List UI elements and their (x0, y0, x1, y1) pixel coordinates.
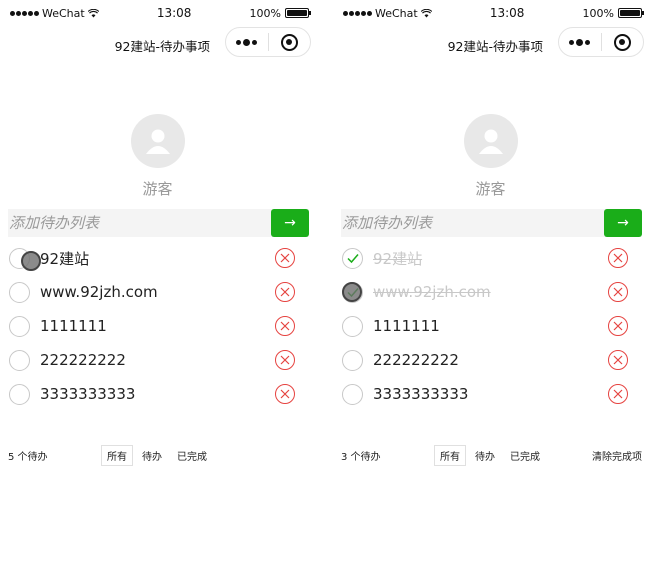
battery-percent: 100% (249, 6, 281, 20)
carrier-label: WeChat (375, 6, 418, 20)
todo-text[interactable]: 1111111 (373, 317, 440, 335)
todo-item: 92建站 (341, 241, 642, 275)
todo-input[interactable] (8, 209, 271, 237)
add-todo-row: → (341, 209, 642, 237)
todo-item: 1111111 (8, 309, 309, 343)
filter-active[interactable]: 待办 (469, 445, 501, 466)
username: 游客 (142, 180, 173, 198)
add-todo-row: → (8, 209, 309, 237)
todo-checkbox[interactable] (9, 383, 30, 405)
nav-bar: 92建站-待办事项 (0, 26, 315, 62)
close-circle-icon[interactable] (275, 282, 295, 302)
filter-all[interactable]: 所有 (434, 444, 466, 466)
menu-capsule (225, 27, 311, 57)
battery-icon (284, 8, 311, 18)
todo-list: 92建站 www.92jzh.com 1111111 222222222 333… (8, 241, 309, 411)
add-button[interactable]: → (271, 209, 309, 237)
todo-text[interactable]: 222222222 (373, 351, 459, 369)
todo-checkbox[interactable] (9, 315, 30, 337)
battery-percent: 100% (582, 6, 614, 20)
todo-item: www.92jzh.com (8, 275, 309, 309)
todo-item: 3333333333 (341, 377, 642, 411)
todo-text[interactable]: www.92jzh.com (40, 283, 158, 301)
todo-item: 92建站 (8, 241, 309, 275)
filter-completed[interactable]: 已完成 (504, 445, 546, 466)
todo-text[interactable]: www.92jzh.com (373, 283, 491, 301)
todo-count: 3 个待办 (341, 451, 381, 463)
status-bar: WeChat 13:08 100% (333, 0, 648, 26)
signal-icon (10, 10, 39, 16)
user-avatar-icon (130, 114, 185, 168)
todo-footer: 5 个待办 所有 待办 已完成 (8, 444, 309, 466)
user-avatar-icon (463, 114, 518, 168)
todo-input[interactable] (341, 209, 604, 237)
todo-text[interactable]: 1111111 (40, 317, 107, 335)
nav-bar: 92建站-待办事项 (333, 26, 648, 62)
more-dots-icon[interactable] (559, 38, 601, 46)
todo-checkbox[interactable] (9, 349, 30, 371)
todo-footer: 3 个待办 所有 待办 已完成 清除完成项 (341, 444, 642, 466)
wifi-icon (87, 8, 99, 18)
todo-text[interactable]: 3333333333 (373, 385, 468, 403)
todo-item: 1111111 (341, 309, 642, 343)
todo-text[interactable]: 3333333333 (40, 385, 135, 403)
arrow-right-icon: → (284, 215, 296, 231)
todo-list: 92建站 www.92jzh.com 1111111 222222222 333… (341, 241, 642, 411)
todo-checkbox[interactable] (342, 247, 363, 269)
page-title: 92建站-待办事项 (447, 39, 543, 54)
close-circle-icon[interactable] (275, 384, 295, 404)
phone-screen-right: WeChat 13:08 100% 92建站-待办事项 游客 → 9 (333, 0, 648, 568)
close-circle-icon[interactable] (275, 350, 295, 370)
todo-item: www.92jzh.com (341, 275, 642, 309)
wifi-icon (420, 8, 432, 18)
user-info: 游客 (0, 114, 315, 199)
filter-completed[interactable]: 已完成 (171, 445, 213, 466)
clock: 13:08 (156, 6, 192, 20)
todo-checkbox[interactable] (342, 349, 363, 371)
todo-count: 5 个待办 (8, 451, 48, 463)
todo-item: 3333333333 (8, 377, 309, 411)
carrier-label: WeChat (42, 6, 85, 20)
close-circle-icon[interactable] (608, 316, 628, 336)
todo-text[interactable]: 92建站 (40, 248, 89, 269)
user-info: 游客 (333, 114, 648, 199)
signal-icon (343, 10, 372, 16)
close-circle-icon[interactable] (275, 248, 295, 268)
close-circle-icon[interactable] (608, 248, 628, 268)
add-button[interactable]: → (604, 209, 642, 237)
touch-cursor (21, 251, 41, 271)
target-icon[interactable] (268, 33, 310, 51)
todo-item: 222222222 (8, 343, 309, 377)
phone-screen-left: WeChat 13:08 100% 92建站-待办事项 游客 → 92建站 (0, 0, 315, 568)
arrow-right-icon: → (617, 215, 629, 231)
status-bar: WeChat 13:08 100% (0, 0, 315, 26)
page-title: 92建站-待办事项 (114, 39, 210, 54)
clock: 13:08 (489, 6, 525, 20)
filter-all[interactable]: 所有 (101, 444, 133, 466)
todo-checkbox[interactable] (342, 315, 363, 337)
filter-active[interactable]: 待办 (136, 445, 168, 466)
todo-checkbox[interactable] (342, 383, 363, 405)
close-circle-icon[interactable] (608, 384, 628, 404)
battery-icon (617, 8, 644, 18)
close-circle-icon[interactable] (275, 316, 295, 336)
todo-text[interactable]: 92建站 (373, 248, 422, 269)
todo-item: 222222222 (341, 343, 642, 377)
username: 游客 (475, 180, 506, 198)
close-circle-icon[interactable] (608, 282, 628, 302)
clear-completed-button[interactable]: 清除完成项 (592, 448, 642, 463)
todo-text[interactable]: 222222222 (40, 351, 126, 369)
touch-cursor (342, 282, 362, 302)
menu-capsule (558, 27, 644, 57)
check-icon (346, 254, 359, 264)
todo-checkbox[interactable] (9, 281, 30, 303)
close-circle-icon[interactable] (608, 350, 628, 370)
target-icon[interactable] (601, 33, 643, 51)
more-dots-icon[interactable] (226, 38, 268, 46)
